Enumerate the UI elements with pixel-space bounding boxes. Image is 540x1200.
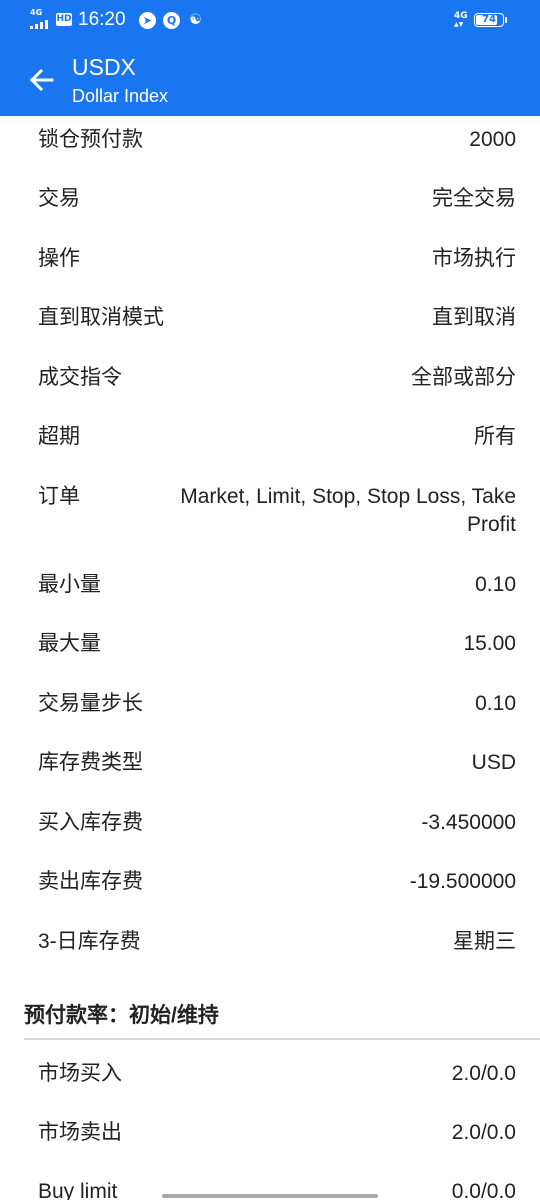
qq-icon: Q	[163, 12, 180, 29]
spec-label: 卖出库存费	[38, 870, 143, 893]
margin-rates-heading: 预付款率：初始/维持	[24, 1004, 219, 1027]
battery-icon: 74	[474, 13, 504, 27]
spec-value: 星期三	[453, 930, 516, 953]
spec-value: 2000	[469, 128, 516, 151]
spec-value: 市场执行	[432, 247, 516, 270]
page-subtitle: Dollar Index	[72, 86, 169, 106]
spec-value: Market, Limit, Stop, Stop Loss, Take Pro…	[180, 485, 516, 536]
spec-label: 库存费类型	[38, 751, 143, 774]
navigation-icon: ➤	[139, 12, 156, 29]
spec-label: 买入库存费	[38, 811, 143, 834]
spec-label: 3-日库存费	[38, 930, 141, 953]
spec-label: 成交指令	[38, 366, 122, 389]
scroll-indicator[interactable]	[162, 1194, 378, 1198]
spec-label: 锁仓预付款	[38, 128, 143, 151]
network-4g-icon: 4G ▲▼	[454, 11, 468, 29]
battery-tip	[505, 17, 507, 23]
spec-value: 15.00	[463, 632, 516, 655]
status-time: 16:20	[78, 9, 126, 30]
app-bar: USDX Dollar Index	[0, 40, 540, 116]
spec-value: 直到取消	[432, 306, 516, 329]
spec-value: 完全交易	[432, 187, 516, 210]
spec-list: 锁仓预付款 2000 交易 完全交易 操作 市场执行 直到取消模式 直到取消 成…	[0, 116, 540, 1200]
back-button[interactable]	[22, 60, 62, 100]
hd-icon: HD	[56, 13, 72, 26]
spec-value: -3.450000	[421, 811, 516, 834]
spec-label: 超期	[38, 425, 80, 448]
arrow-left-icon	[29, 68, 54, 92]
margin-label: 市场买入	[38, 1062, 122, 1085]
margin-value: 0.0/0.0	[451, 1180, 516, 1200]
margin-label: 市场卖出	[38, 1121, 122, 1144]
spec-value: 0.10	[475, 573, 516, 596]
status-bar: 4G HD 16:20 ➤ Q ☯ 4G ▲▼ 74	[0, 0, 540, 40]
spec-value: 0.10	[475, 692, 516, 715]
spec-label: 最小量	[38, 573, 101, 596]
spec-label: 订单	[38, 485, 80, 508]
spec-label: 交易量步长	[38, 692, 143, 715]
page-title: USDX	[72, 54, 136, 80]
signal-icon: 4G	[30, 9, 50, 29]
section-divider	[24, 1038, 540, 1040]
spec-value: 所有	[474, 425, 516, 448]
margin-label: Buy limit	[38, 1180, 118, 1200]
spec-value: 全部或部分	[411, 366, 516, 389]
spec-label: 交易	[38, 187, 80, 210]
spec-value: USD	[471, 751, 516, 774]
spec-label: 直到取消模式	[38, 306, 164, 329]
battery-level: 74	[482, 14, 496, 25]
margin-value: 2.0/0.0	[451, 1121, 516, 1144]
spec-value: -19.500000	[409, 870, 516, 893]
margin-value: 2.0/0.0	[451, 1062, 516, 1085]
spec-label: 最大量	[38, 632, 101, 655]
weibo-icon: ☯	[189, 12, 202, 28]
spec-label: 操作	[38, 247, 80, 270]
